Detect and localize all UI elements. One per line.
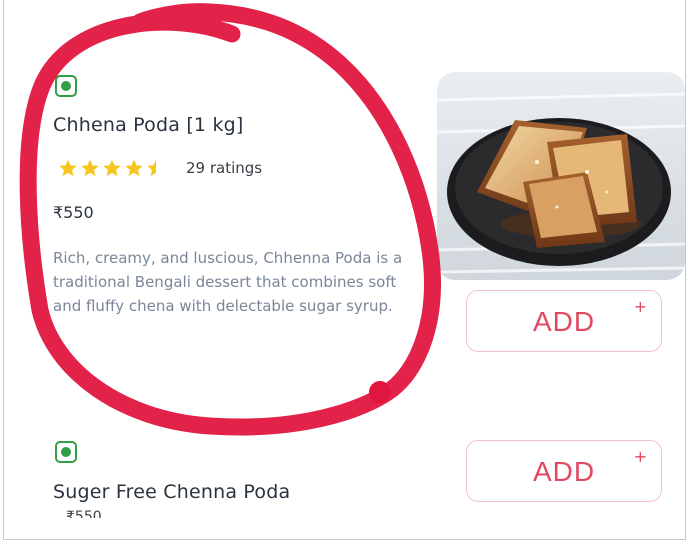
star-icon <box>103 159 121 177</box>
add-button[interactable]: ADD + <box>466 440 662 502</box>
veg-indicator-icon <box>55 75 77 97</box>
star-icon <box>59 159 77 177</box>
product-description: Rich, creamy, and luscious, Chhenna Poda… <box>53 249 403 315</box>
product-title[interactable]: Suger Free Chenna Poda <box>53 481 290 503</box>
chhena-poda-photo <box>437 72 685 280</box>
star-half-icon <box>147 159 156 177</box>
product-price: ₹550 <box>66 509 102 518</box>
product-title[interactable]: Chhena Poda [1 kg] <box>53 114 244 136</box>
plus-icon: + <box>633 447 647 466</box>
add-button-label: ADD <box>532 456 596 487</box>
star-icon <box>81 159 99 177</box>
product-image[interactable] <box>437 72 685 280</box>
star-icon <box>125 159 143 177</box>
plus-icon: + <box>633 297 647 316</box>
ratings-count[interactable]: 29 ratings <box>186 159 262 177</box>
veg-indicator-icon <box>55 441 77 463</box>
product-price: ₹550 <box>53 203 94 222</box>
star-rating <box>58 158 166 178</box>
add-button-label: ADD <box>532 306 596 337</box>
add-button[interactable]: ADD + <box>466 290 662 352</box>
